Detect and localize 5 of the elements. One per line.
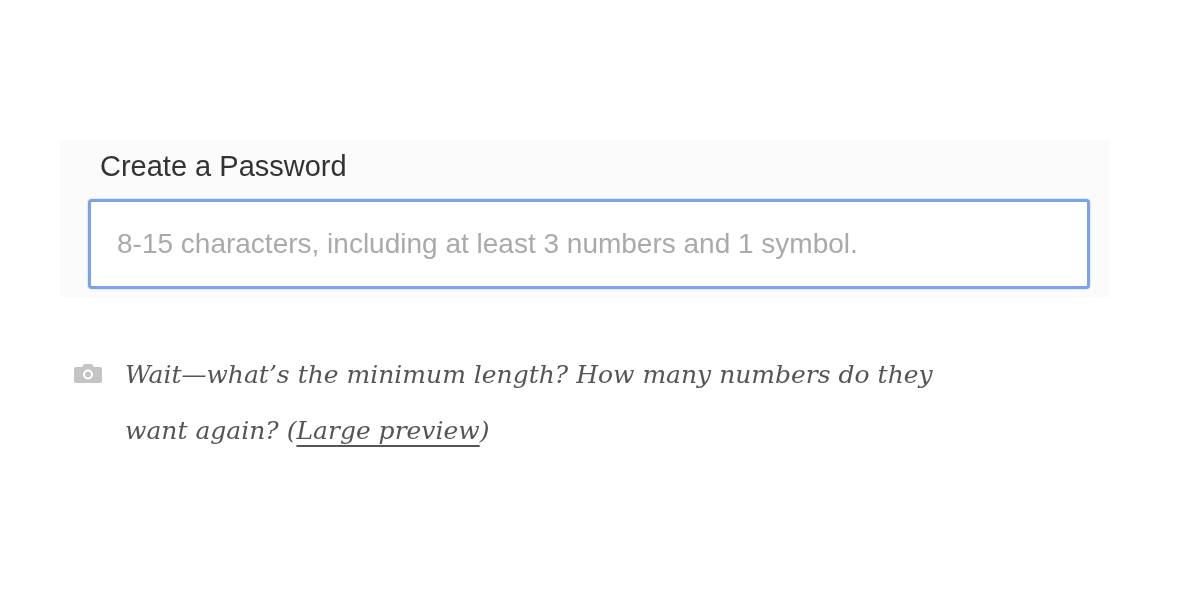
large-preview-link[interactable]: Large preview (296, 416, 480, 445)
password-field[interactable]: 8-15 characters, including at least 3 numbers and 1 symbol. (88, 199, 1090, 289)
figure-caption: Wait—what’s the minimum length? How many numbers do they want again? (Large preview) (125, 359, 934, 447)
field-label: Create a Password (100, 150, 348, 183)
camera-icon (74, 363, 102, 383)
